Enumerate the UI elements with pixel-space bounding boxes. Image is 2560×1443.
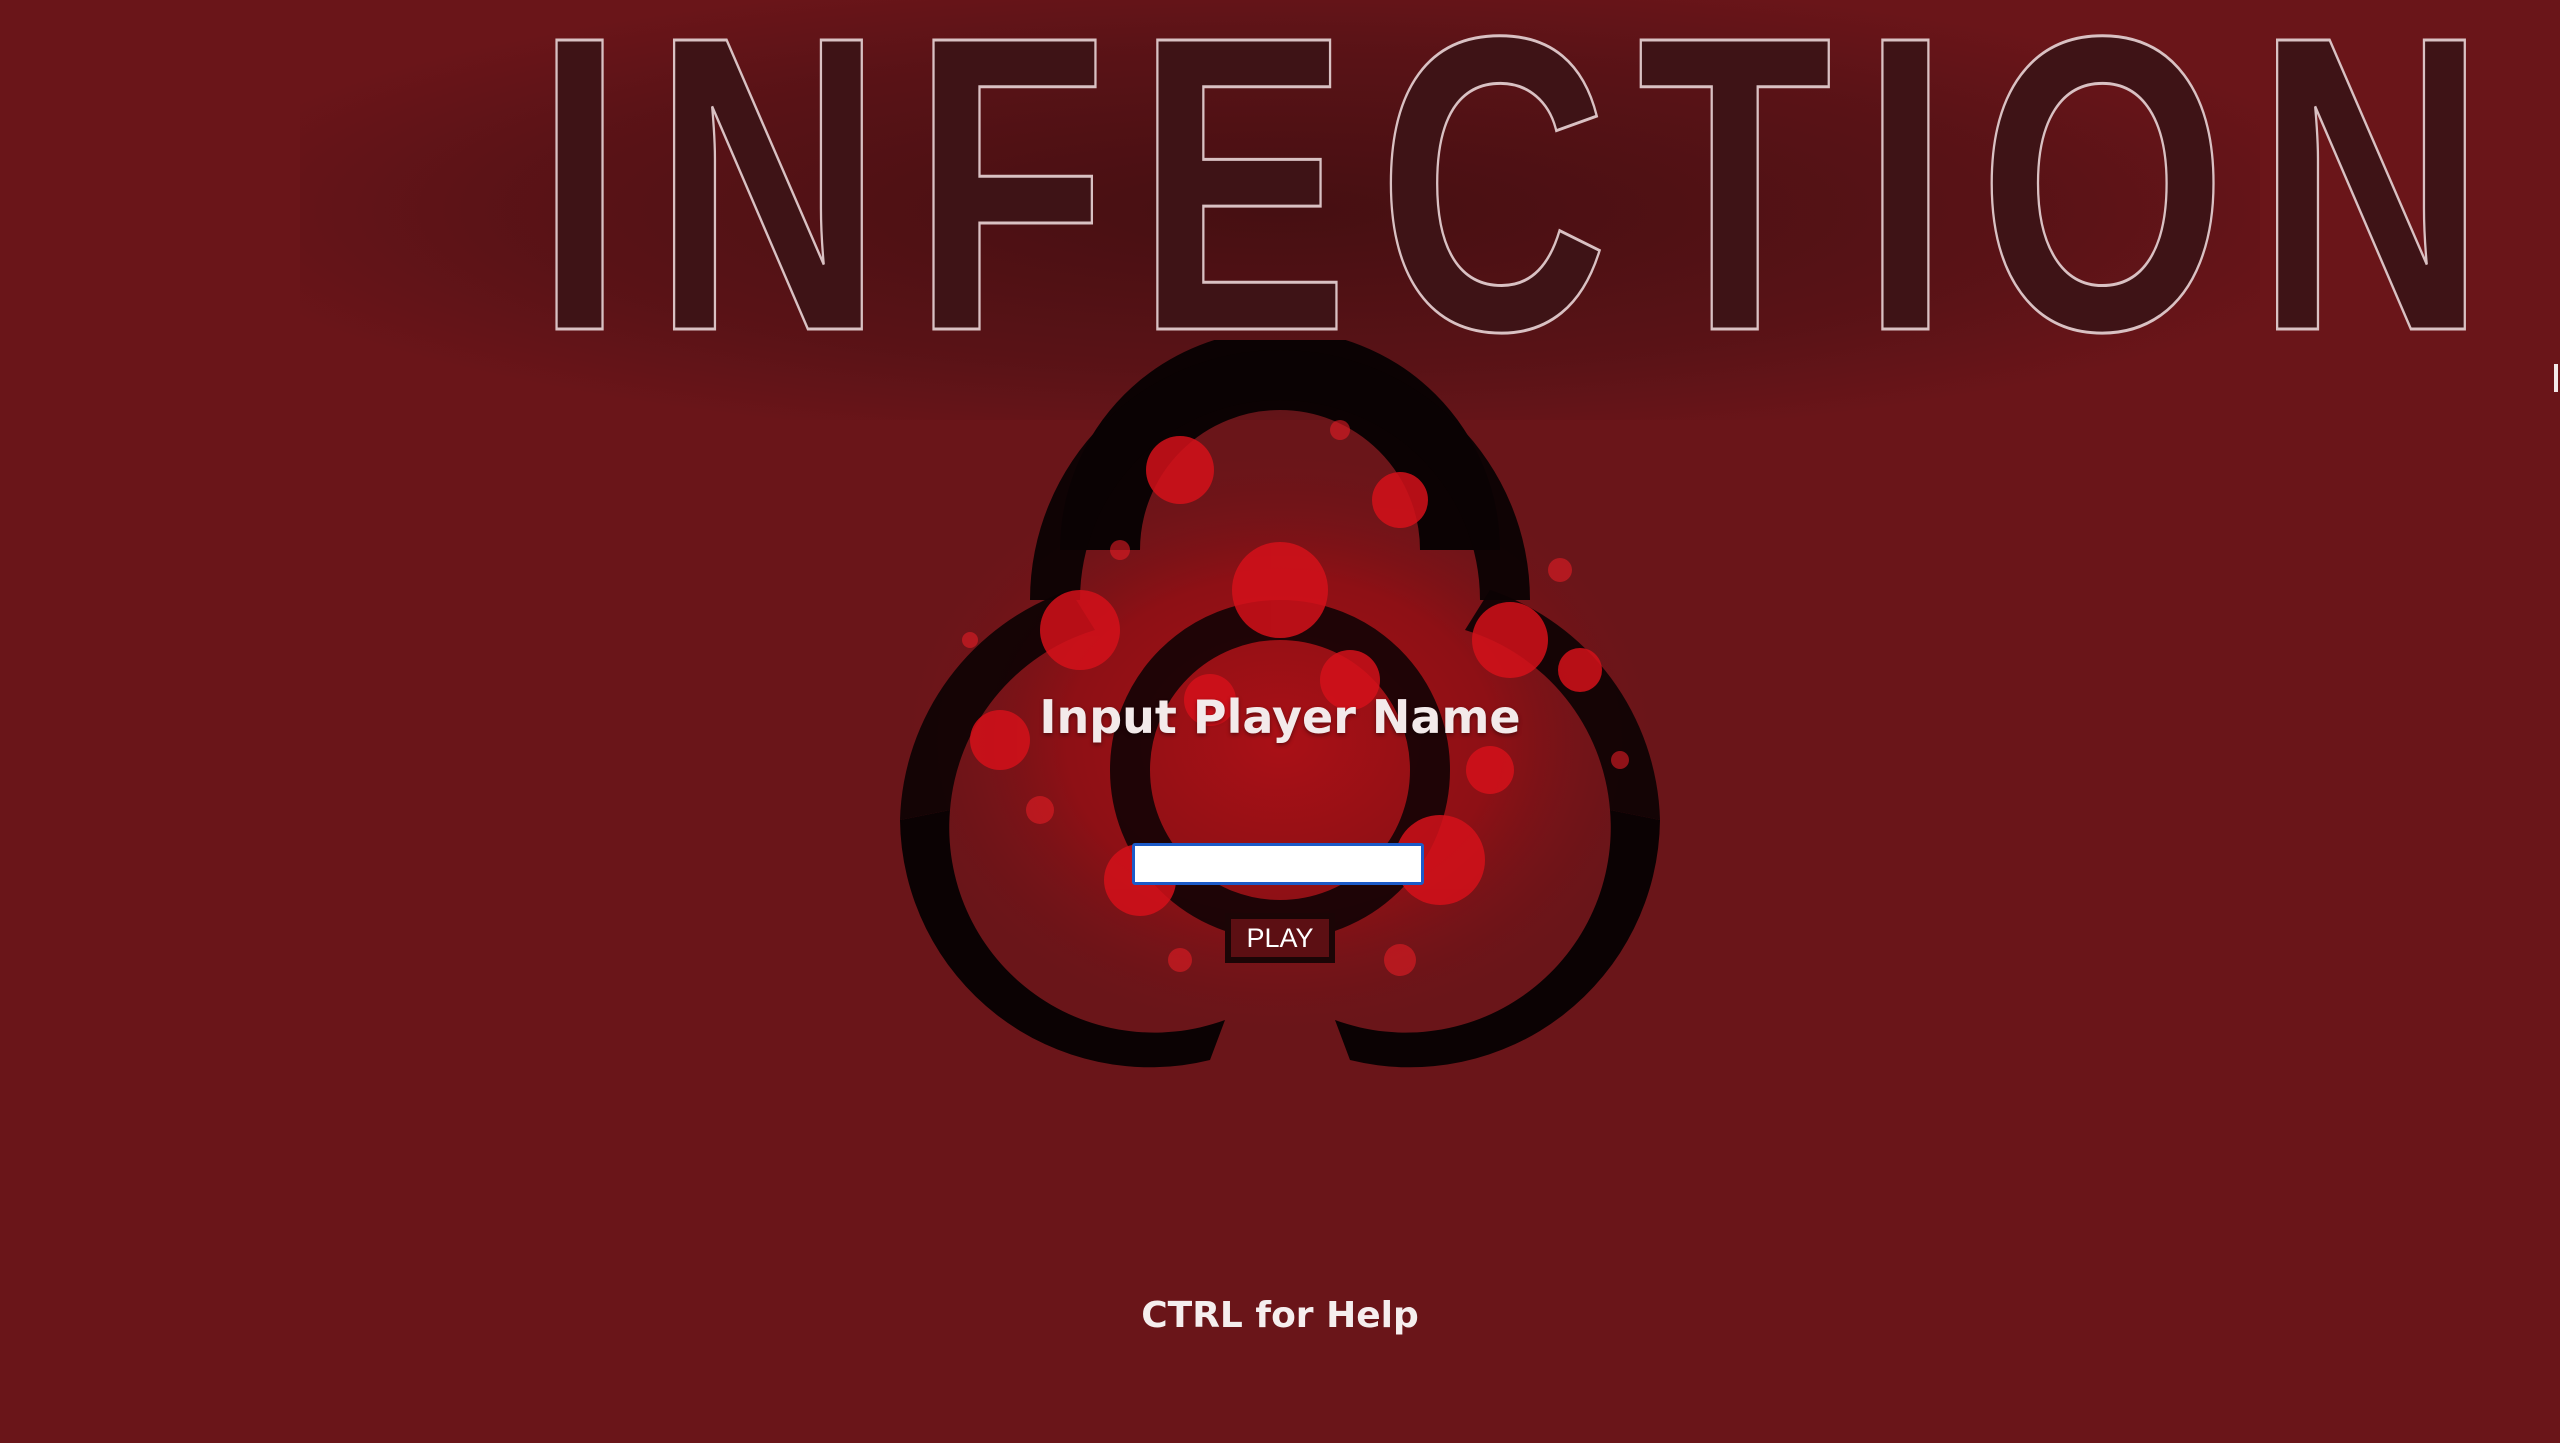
player-name-prompt: Input Player Name [1039,690,1521,744]
player-name-input[interactable] [1132,843,1424,885]
play-button[interactable]: PLAY [1225,913,1335,963]
edge-text-cursor [2554,364,2558,392]
help-hint: CTRL for Help [1141,1295,1419,1336]
game-title: INFECTION [534,0,2516,419]
